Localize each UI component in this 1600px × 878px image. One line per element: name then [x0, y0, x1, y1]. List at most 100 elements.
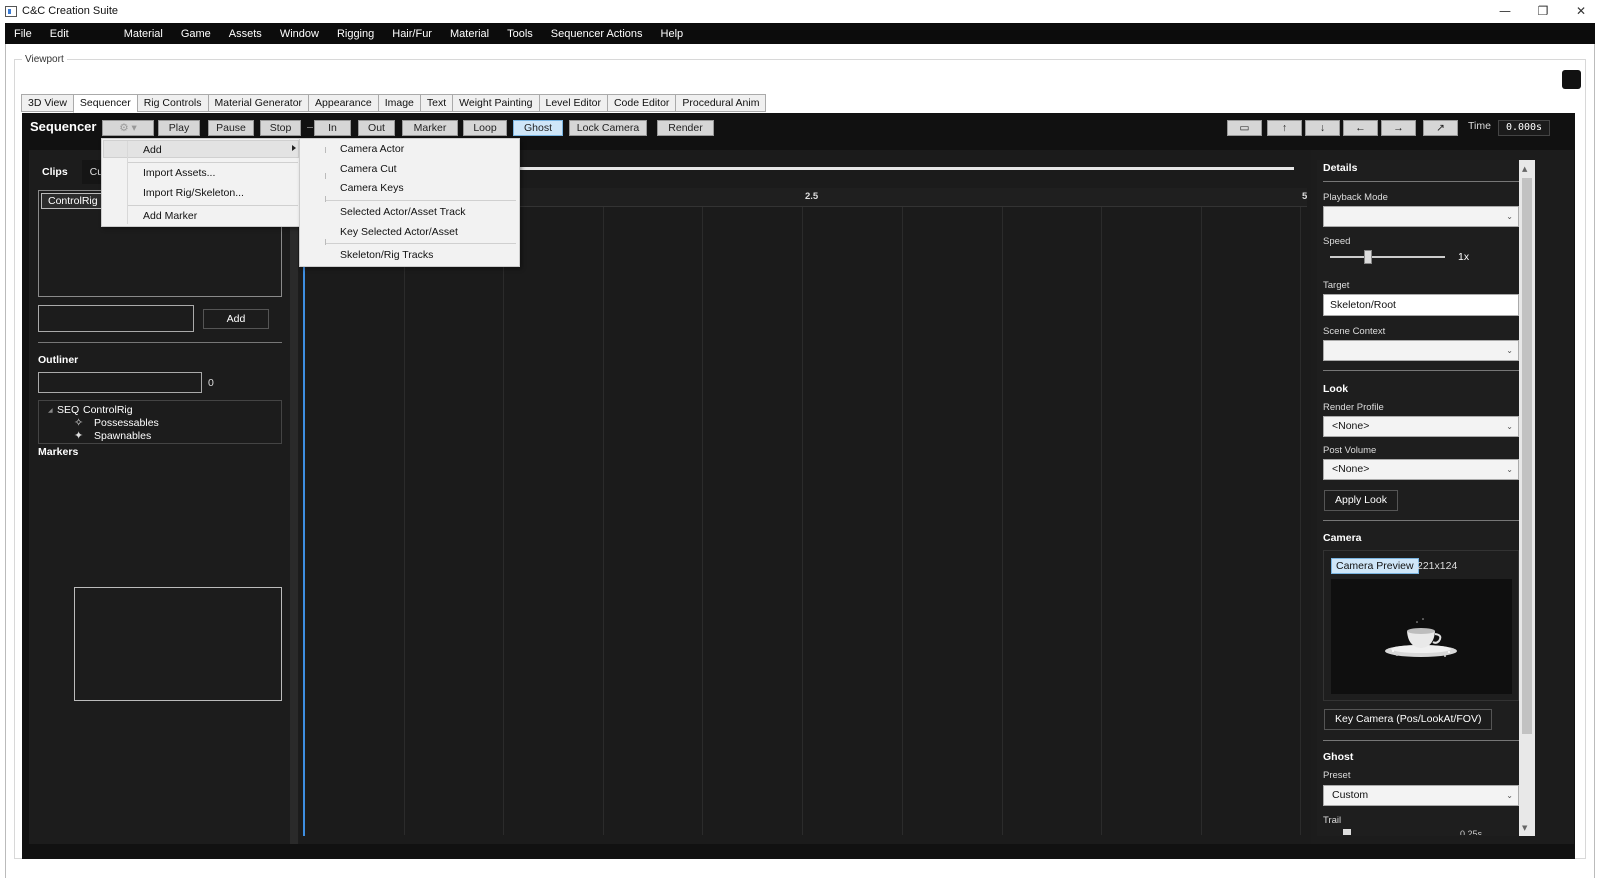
tab-sequencer[interactable]: Sequencer	[72, 94, 137, 113]
submenu-gutter-mark	[325, 147, 326, 153]
menu-material[interactable]: Material	[115, 28, 172, 40]
restore-button[interactable]: ❐	[1524, 0, 1562, 22]
speed-slider-track[interactable]	[1330, 256, 1445, 258]
menu-bar: File Edit Material Game Assets Window Ri…	[5, 23, 1595, 44]
minimize-button[interactable]: —	[1486, 0, 1524, 22]
add-dropdown-button[interactable]: ⚙ ▾	[102, 120, 154, 136]
left-separator	[38, 342, 282, 343]
tree-root-prefix: SEQ	[57, 404, 80, 416]
expand-button[interactable]: ↗	[1423, 120, 1458, 136]
tab-weight-painting[interactable]: Weight Painting	[452, 94, 539, 112]
nudge-left-button[interactable]: ←	[1343, 120, 1378, 136]
menu-file[interactable]: File	[5, 28, 41, 40]
time-field[interactable]: 0.000s	[1498, 120, 1550, 136]
tree-expand-icon[interactable]: ◢	[48, 407, 53, 414]
markers-list[interactable]	[74, 587, 282, 701]
render-button[interactable]: Render	[657, 120, 714, 136]
menu-item-add-marker[interactable]: Add Marker	[143, 210, 197, 222]
submenu-item-camera-cut[interactable]: Camera Cut	[340, 163, 397, 175]
menu-assets[interactable]: Assets	[220, 28, 271, 40]
loop-button[interactable]: Loop	[463, 120, 507, 136]
scene-context-select[interactable]: ⌄	[1323, 340, 1519, 361]
submenu-gutter-mark	[325, 196, 326, 202]
frame-view-button[interactable]: ▭	[1227, 120, 1262, 136]
timeline-gridline	[1300, 207, 1301, 835]
menu-edit[interactable]: Edit	[41, 28, 78, 40]
nudge-up-button[interactable]: ↑	[1267, 120, 1302, 136]
menu-sequencer-actions[interactable]: Sequencer Actions	[542, 28, 652, 40]
post-volume-select[interactable]: <None> ⌄	[1323, 459, 1519, 480]
clip-name-input[interactable]	[38, 305, 194, 332]
tab-procedural-anim[interactable]: Procedural Anim	[675, 94, 767, 112]
panel-splitter[interactable]	[290, 150, 298, 844]
ghost-button[interactable]: Ghost	[513, 120, 563, 136]
apply-look-button[interactable]: Apply Look	[1324, 490, 1398, 511]
close-button[interactable]: ✕	[1562, 0, 1600, 22]
submenu-item-key-selected-actor[interactable]: Key Selected Actor/Asset	[340, 226, 458, 238]
in-button[interactable]: In	[314, 120, 351, 136]
menu-game[interactable]: Game	[172, 28, 220, 40]
target-input[interactable]: Skeleton/Root	[1323, 294, 1519, 316]
menu-hair-fur[interactable]: Hair/Fur	[383, 28, 441, 40]
tab-level-editor[interactable]: Level Editor	[538, 94, 607, 112]
camera-preview-view	[1331, 579, 1512, 694]
submenu-item-skeleton-rig-tracks[interactable]: Skeleton/Rig Tracks	[340, 249, 433, 261]
menu-rigging[interactable]: Rigging	[328, 28, 383, 40]
tree-root-item[interactable]: ControlRig	[83, 404, 133, 416]
corner-button[interactable]	[1562, 70, 1581, 89]
menu-item-add[interactable]: Add	[143, 144, 162, 156]
tab-code-editor[interactable]: Code Editor	[606, 94, 676, 112]
app-icon	[5, 5, 17, 17]
add-clip-button[interactable]: Add	[203, 309, 269, 329]
stop-button[interactable]: Stop	[260, 120, 301, 136]
tab-3d-view[interactable]: 3D View	[21, 94, 73, 112]
trail-slider-thumb[interactable]	[1343, 829, 1351, 835]
lock-camera-button[interactable]: Lock Camera	[569, 120, 647, 136]
play-button[interactable]: Play	[158, 120, 200, 136]
timeline-playhead[interactable]	[303, 188, 305, 836]
menu-help[interactable]: Help	[652, 28, 693, 40]
timeline-gridline	[404, 207, 405, 835]
menu-tools[interactable]: Tools	[498, 28, 542, 40]
pause-button[interactable]: Pause	[208, 120, 254, 136]
render-profile-value: <None>	[1332, 420, 1370, 432]
scroll-down-icon[interactable]: ▼	[1522, 824, 1527, 832]
submenu-item-camera-actor[interactable]: Camera Actor	[340, 143, 404, 155]
speed-slider-thumb[interactable]	[1364, 250, 1373, 264]
key-camera-button[interactable]: Key Camera (Pos/LookAt/FOV)	[1324, 709, 1493, 730]
nudge-down-button[interactable]: ↓	[1305, 120, 1340, 136]
details-scroll-thumb[interactable]	[1522, 178, 1532, 734]
post-volume-value: <None>	[1332, 463, 1370, 475]
details-separator	[1323, 370, 1519, 371]
post-volume-label: Post Volume	[1323, 445, 1377, 456]
tab-clips[interactable]: Clips	[34, 160, 76, 184]
scroll-up-icon[interactable]: ▲	[1522, 165, 1527, 173]
spawnables-icon: ✦	[74, 429, 84, 442]
preset-label: Preset	[1323, 770, 1351, 781]
render-profile-select[interactable]: <None> ⌄	[1323, 416, 1519, 437]
submenu-item-selected-actor-track[interactable]: Selected Actor/Asset Track	[340, 206, 465, 218]
outliner-search-input[interactable]	[38, 372, 202, 393]
chevron-down-icon: ⌄	[1506, 422, 1513, 431]
menu-material-2[interactable]: Material	[441, 28, 498, 40]
tab-rig-controls[interactable]: Rig Controls	[136, 94, 208, 112]
ghost-preset-select[interactable]: Custom ⌄	[1323, 785, 1519, 806]
menu-item-import-rig[interactable]: Import Rig/Skeleton...	[143, 187, 244, 199]
outliner-count: 0	[208, 377, 214, 389]
marker-button[interactable]: Marker	[402, 120, 458, 136]
out-button[interactable]: Out	[358, 120, 395, 136]
tab-material-generator[interactable]: Material Generator	[207, 94, 309, 112]
tab-text[interactable]: Text	[419, 94, 453, 112]
tab-image[interactable]: Image	[377, 94, 420, 112]
tab-appearance[interactable]: Appearance	[308, 94, 378, 112]
menu-window[interactable]: Window	[271, 28, 328, 40]
ghost-heading: Ghost	[1323, 751, 1354, 763]
playback-mode-select[interactable]: ⌄	[1323, 206, 1519, 227]
tree-item-possessables[interactable]: Possessables	[94, 417, 159, 429]
submenu-item-camera-keys[interactable]: Camera Keys	[340, 182, 404, 194]
tree-item-spawnables[interactable]: Spawnables	[94, 430, 151, 442]
details-heading: Details	[1323, 162, 1358, 174]
nudge-right-button[interactable]: →	[1381, 120, 1416, 136]
menu-item-import-assets[interactable]: Import Assets...	[143, 167, 215, 179]
camera-preview-toggle[interactable]: Camera Preview	[1331, 558, 1419, 574]
